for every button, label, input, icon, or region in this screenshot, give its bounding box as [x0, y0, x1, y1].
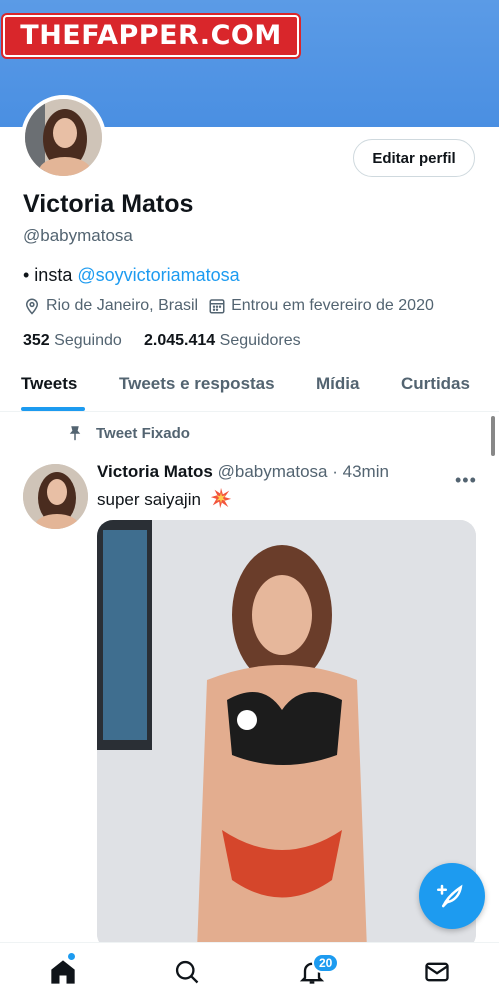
bottom-navigation — [0, 942, 499, 1000]
tweet-author-handle[interactable]: @babymatosa — [218, 462, 328, 481]
notifications-badge: 20 — [312, 953, 340, 973]
collision-icon — [210, 487, 232, 514]
compose-tweet-button[interactable] — [419, 863, 485, 929]
more-options-icon[interactable]: ••• — [455, 470, 477, 491]
tweet-separator: · — [332, 462, 338, 481]
mail-icon[interactable] — [423, 958, 451, 986]
followers-count: 2.045.414 — [144, 332, 216, 349]
profile-tabs: Tweets Tweets e respostas Mídia Curtidas — [0, 362, 499, 412]
bio-text: • insta — [23, 265, 78, 285]
location-icon — [23, 297, 41, 315]
profile-avatar[interactable] — [21, 95, 106, 180]
tab-media[interactable]: Mídia — [316, 374, 359, 394]
watermark: THEFAPPER.COM — [3, 15, 299, 57]
followers-label: Seguidores — [219, 332, 301, 349]
compose-feather-icon — [437, 884, 463, 908]
joined-text: Entrou em fevereiro de 2020 — [231, 297, 434, 314]
tab-tweets[interactable]: Tweets — [21, 374, 77, 394]
pin-icon — [69, 426, 81, 441]
tweet-avatar[interactable] — [23, 464, 88, 529]
tweet-author-name[interactable]: Victoria Matos — [97, 462, 213, 481]
edit-profile-button[interactable]: Editar perfil — [353, 139, 475, 177]
bio-instagram-link[interactable]: @soyvictoriamatosa — [77, 265, 239, 285]
scrollbar[interactable] — [491, 416, 495, 456]
profile-name: Victoria Matos — [23, 190, 194, 218]
tweet-media-image[interactable] — [97, 520, 476, 950]
tab-likes[interactable]: Curtidas — [401, 374, 470, 394]
pinned-tweet-label: Tweet Fixado — [66, 424, 190, 442]
tweet-text: super saiyajin — [97, 487, 232, 514]
home-unread-dot — [68, 953, 75, 960]
following-label: Seguindo — [54, 332, 122, 349]
follow-stats: 352 Seguindo 2.045.414 Seguidores — [23, 332, 301, 350]
profile-handle: @babymatosa — [23, 226, 133, 245]
home-icon[interactable] — [49, 958, 77, 986]
following-link[interactable]: 352 Seguindo — [23, 332, 122, 349]
active-tab-indicator — [21, 407, 85, 411]
search-icon[interactable] — [173, 958, 201, 986]
profile-bio: • insta @soyvictoriamatosa — [23, 265, 240, 286]
followers-link[interactable]: 2.045.414 Seguidores — [144, 332, 301, 349]
location-text: Rio de Janeiro, Brasil — [46, 297, 199, 314]
tweet-time[interactable]: 43min — [343, 462, 389, 481]
following-count: 352 — [23, 332, 50, 349]
tweet-header: Victoria Matos @babymatosa · 43min — [97, 462, 389, 482]
profile-meta: Rio de Janeiro, Brasil Entrou em feverei… — [23, 297, 434, 315]
tweet-body: super saiyajin — [97, 489, 201, 509]
pinned-text: Tweet Fixado — [96, 424, 190, 442]
calendar-icon — [208, 297, 226, 315]
tab-tweets-and-replies[interactable]: Tweets e respostas — [119, 374, 275, 394]
